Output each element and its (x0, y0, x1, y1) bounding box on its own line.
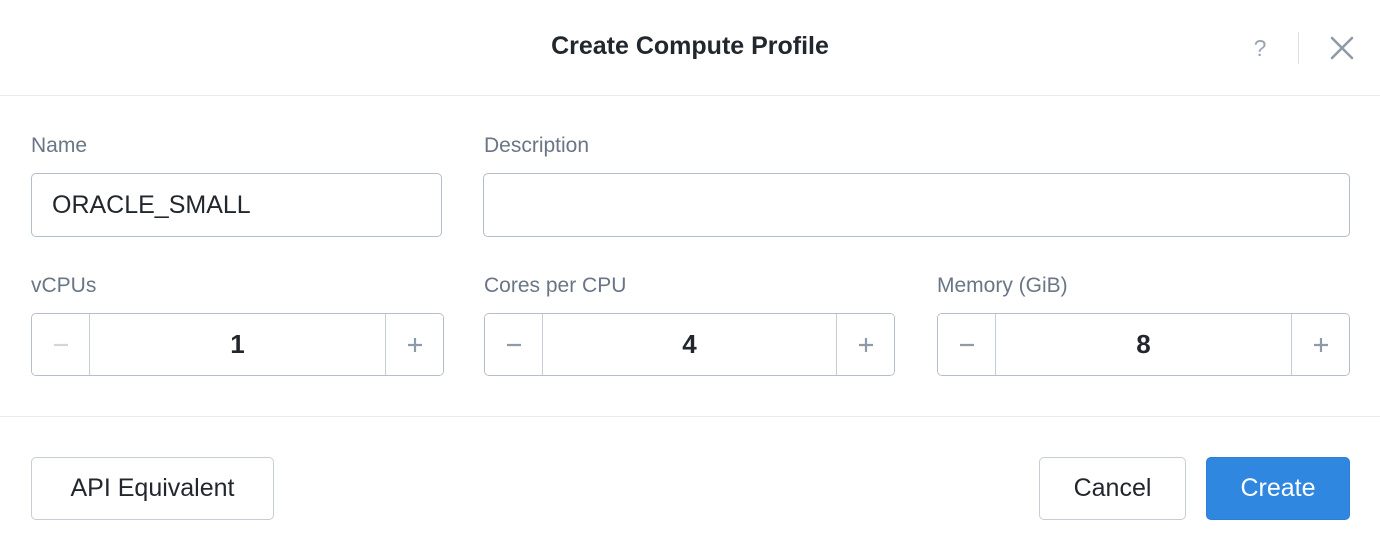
dialog-title: Create Compute Profile (551, 32, 829, 60)
name-input[interactable] (31, 173, 442, 237)
cores-per-cpu-increment-button[interactable] (836, 314, 894, 375)
memory-stepper: 8 (937, 313, 1350, 376)
help-icon[interactable]: ? (1246, 30, 1274, 66)
vcpus-decrement-button[interactable] (32, 314, 90, 375)
plus-icon (407, 337, 422, 352)
plus-icon (1313, 337, 1328, 352)
header-divider (1298, 32, 1299, 64)
minus-icon (53, 343, 68, 346)
name-label: Name (31, 134, 88, 157)
minus-icon (506, 343, 521, 346)
api-equivalent-button[interactable]: API Equivalent (31, 457, 274, 520)
vcpus-increment-button[interactable] (385, 314, 443, 375)
dialog-header: Create Compute Profile ? (0, 0, 1380, 96)
cores-per-cpu-decrement-button[interactable] (485, 314, 543, 375)
vcpus-label: vCPUs (31, 274, 97, 297)
memory-value[interactable]: 8 (996, 314, 1291, 375)
memory-label: Memory (GiB) (937, 274, 1068, 297)
create-button[interactable]: Create (1206, 457, 1350, 520)
vcpus-value[interactable]: 1 (90, 314, 385, 375)
footer-divider (0, 416, 1380, 417)
close-icon[interactable] (1327, 33, 1357, 63)
memory-decrement-button[interactable] (938, 314, 996, 375)
cores-per-cpu-label: Cores per CPU (484, 274, 627, 297)
cancel-button[interactable]: Cancel (1039, 457, 1186, 520)
memory-increment-button[interactable] (1291, 314, 1349, 375)
vcpus-stepper: 1 (31, 313, 444, 376)
description-label: Description (484, 134, 590, 157)
minus-icon (959, 343, 974, 346)
plus-icon (858, 337, 873, 352)
description-input[interactable] (483, 173, 1350, 237)
cores-per-cpu-stepper: 4 (484, 313, 895, 376)
cores-per-cpu-value[interactable]: 4 (543, 314, 836, 375)
